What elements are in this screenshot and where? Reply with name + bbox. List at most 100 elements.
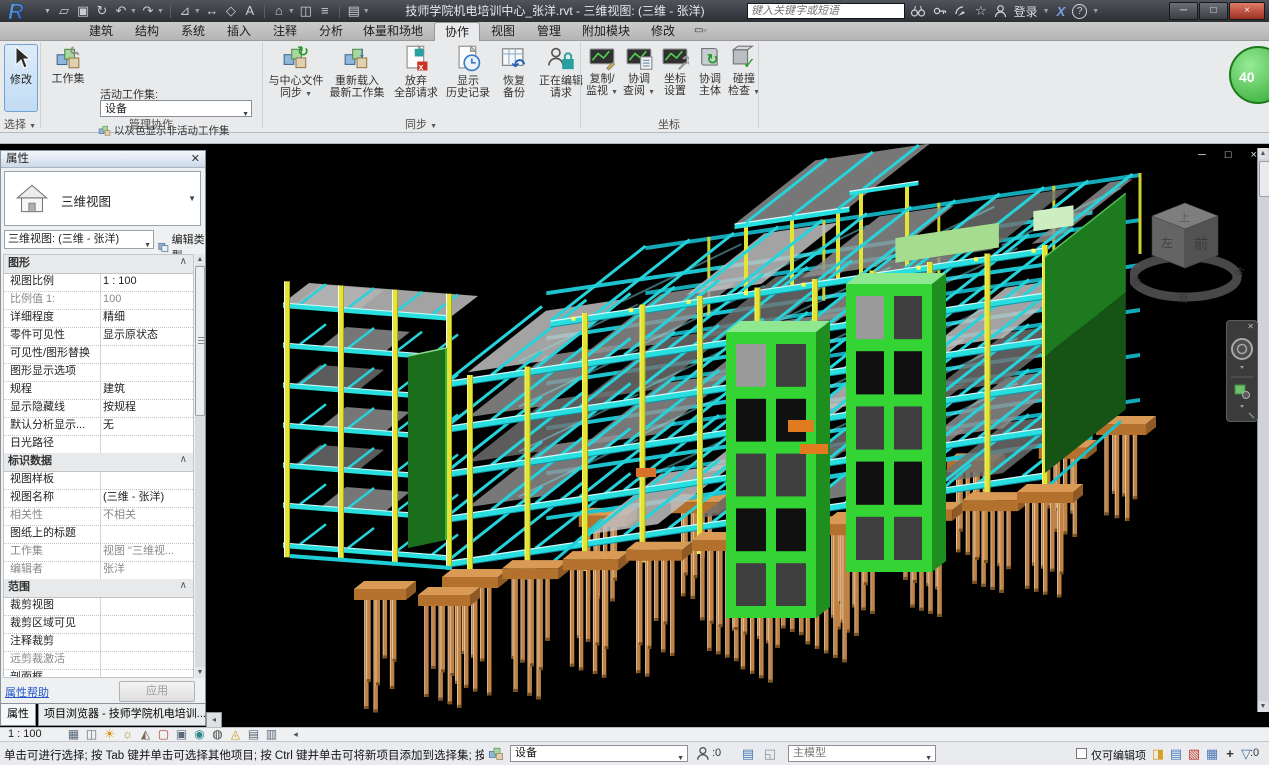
undo-icon[interactable]: ↶	[113, 0, 129, 22]
panel-label-select[interactable]: 选择 ▼	[0, 119, 40, 131]
section-header-extents[interactable]: 范围∧	[4, 579, 193, 598]
search-binoculars-icon[interactable]	[910, 4, 926, 18]
properties-title-bar[interactable]: 属性 ✕	[1, 151, 205, 168]
close-icon[interactable]: ✕	[191, 151, 200, 168]
tab-analyze[interactable]: 分析	[310, 22, 352, 40]
temporary-hide-isolate-icon[interactable]: ◍	[210, 727, 225, 742]
design-options-icon[interactable]: ▤	[740, 745, 756, 762]
communication-center-icon[interactable]	[954, 4, 968, 18]
restore-button[interactable]: □	[1199, 2, 1228, 20]
editing-requests-button[interactable]: 正在编辑请求	[536, 42, 586, 99]
tab-insert[interactable]: 插入	[218, 22, 260, 40]
property-row[interactable]: 视图比例1 : 100	[4, 273, 193, 292]
coordinate-settings-button[interactable]: 坐标设置	[658, 42, 692, 97]
redo-icon[interactable]: ↷	[140, 0, 156, 22]
tab-addins[interactable]: 附加模块	[574, 22, 638, 40]
section-header-identity-data[interactable]: 标识数据∧	[4, 453, 193, 472]
sign-in-dropdown-icon[interactable]: ▼	[1043, 8, 1050, 15]
measure-dropdown-icon[interactable]: ▼	[194, 8, 201, 15]
property-row[interactable]: 零件可见性显示原状态	[4, 327, 193, 346]
modify-button[interactable]: 修改	[4, 44, 38, 112]
scrollbar-thumb[interactable]	[195, 266, 205, 416]
detail-level-icon[interactable]: ▦	[66, 727, 81, 742]
minimize-button[interactable]: ─	[1169, 2, 1198, 20]
instance-selector[interactable]: 三维视图: (三维 - 张洋)▼	[4, 230, 154, 249]
property-row[interactable]: 可见性/图形替换编辑...	[4, 345, 193, 364]
property-row[interactable]: 裁剪区域可见	[4, 615, 193, 634]
tab-modify[interactable]: 修改	[642, 22, 684, 40]
shadows-icon[interactable]: ☼	[120, 727, 135, 742]
aligned-dimension-icon[interactable]: ↔	[204, 0, 220, 22]
property-row[interactable]: 剖面框	[4, 669, 193, 678]
show-history-button[interactable]: 显示历史记录	[444, 42, 492, 99]
3d-view-dropdown-icon[interactable]: ▼	[288, 8, 295, 15]
subscription-key-icon[interactable]	[933, 4, 947, 18]
active-workset-status-select[interactable]: 设备▼	[510, 745, 688, 762]
sync-with-central-icon[interactable]: ↻	[94, 0, 110, 22]
design-option-select[interactable]: 主模型▼	[788, 745, 936, 762]
open-icon[interactable]: ▱	[56, 0, 72, 22]
property-row[interactable]: 注释裁剪	[4, 633, 193, 652]
exchange-apps-icon[interactable]: X	[1057, 4, 1066, 19]
user-icon[interactable]	[994, 4, 1007, 18]
property-row[interactable]: 图形显示选项编辑...	[4, 363, 193, 382]
type-selector[interactable]: 三维视图 ▼	[4, 171, 201, 226]
remove-from-selection-icon[interactable]: ▧	[1186, 745, 1202, 762]
scroll-down-icon[interactable]: ▼	[195, 667, 205, 678]
restore-backup-button[interactable]: ↶ 恢复备份	[494, 42, 534, 99]
scrollbar-thumb[interactable]	[1259, 161, 1269, 197]
editable-only-checkbox[interactable]	[1076, 748, 1087, 759]
tab-systems[interactable]: 系统	[172, 22, 214, 40]
viewcube-south-label[interactable]: 南	[1178, 292, 1188, 305]
vcb-overflow-icon[interactable]: ◂	[288, 727, 303, 742]
analytical-model-icon[interactable]: ▥	[264, 727, 279, 742]
add-to-selection-icon[interactable]: ▦	[1204, 745, 1220, 762]
crop-view-icon[interactable]: ▢	[156, 727, 171, 742]
help-dropdown-icon[interactable]: ▼	[1092, 8, 1099, 15]
viewport-vertical-scrollbar[interactable]: ▲ ▼	[1257, 148, 1269, 712]
property-row[interactable]: 视图名称(三维 - 张洋)	[4, 489, 193, 508]
tab-massing-site[interactable]: 体量和场地	[356, 22, 430, 40]
tab-manage[interactable]: 管理	[528, 22, 570, 40]
help-icon[interactable]: ?	[1072, 4, 1087, 19]
tab-annotate[interactable]: 注释	[264, 22, 306, 40]
favorites-star-icon[interactable]: ☆	[975, 3, 987, 19]
tab-architecture[interactable]: 建筑	[80, 22, 122, 40]
move-selection-icon[interactable]: +	[1222, 745, 1238, 762]
app-menu-dropdown-icon[interactable]: ▼	[44, 8, 51, 15]
tab-properties-palette[interactable]: 属性	[0, 704, 36, 726]
property-row[interactable]: 日光路径	[4, 435, 193, 454]
tab-view[interactable]: 视图	[482, 22, 524, 40]
steering-wheel-icon[interactable]	[1232, 339, 1252, 359]
worksets-status-icon[interactable]	[488, 745, 504, 762]
relinquish-all-button[interactable]: x 放弃全部请求	[390, 42, 442, 99]
sun-path-icon[interactable]: ☀	[102, 727, 117, 742]
coordination-host-button[interactable]: ↻ 协调主体	[694, 42, 726, 97]
property-row[interactable]: 图纸上的标题	[4, 525, 193, 544]
viewcube-front-label[interactable]: 前	[1194, 236, 1208, 252]
viewcube[interactable]: 上 左 前 西 南 东	[1130, 185, 1250, 315]
scroll-up-icon[interactable]: ▲	[195, 254, 205, 265]
viewport-horizontal-scroll-stub[interactable]: ◂	[206, 712, 222, 728]
property-row[interactable]: 显示隐藏线按规程	[4, 399, 193, 418]
properties-scrollbar[interactable]: ▲ ▼	[195, 254, 205, 678]
default-3d-view-icon[interactable]: ⌂	[271, 0, 287, 22]
active-workset-select[interactable]: 设备▼	[100, 100, 252, 117]
property-row[interactable]: 视图样板<无>	[4, 471, 193, 490]
reload-latest-button[interactable]: ↓ 重新载入最新工作集	[328, 42, 386, 99]
switch-windows-icon[interactable]: ▤	[346, 0, 362, 22]
scroll-down-icon[interactable]: ▼	[1258, 701, 1268, 712]
editing-requests-icon[interactable]	[696, 745, 712, 762]
tag-icon[interactable]: ◇	[223, 0, 239, 22]
zoom-icon[interactable]	[1235, 385, 1250, 399]
property-row[interactable]: 裁剪视图	[4, 597, 193, 616]
navbar-close-icon[interactable]: ✕	[1247, 322, 1254, 331]
properties-help-link[interactable]: 属性帮助	[5, 684, 49, 700]
thin-lines-icon[interactable]: ≡	[317, 0, 333, 22]
measure-icon[interactable]: ⊿	[177, 0, 193, 22]
revit-app-logo-icon[interactable]: R	[2, 0, 42, 22]
save-icon[interactable]: ▣	[75, 0, 91, 22]
panel-label-synchronize[interactable]: 同步 ▼	[262, 119, 580, 131]
unlocked-view-icon[interactable]: ◉	[192, 727, 207, 742]
render-icon[interactable]: ◭	[138, 727, 153, 742]
